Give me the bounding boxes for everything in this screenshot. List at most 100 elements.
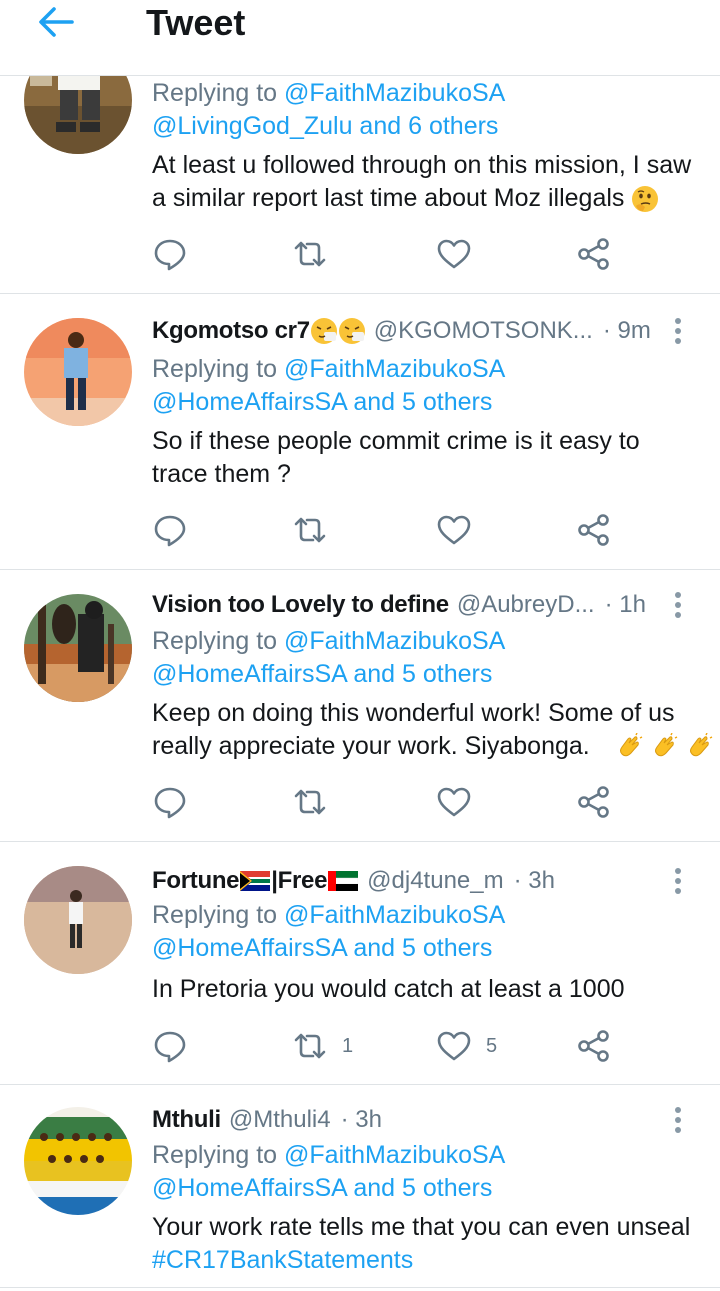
like-button[interactable]: 5	[436, 1026, 497, 1066]
more-vertical-icon	[675, 878, 681, 884]
display-name-suffix[interactable]: |Free	[271, 866, 327, 896]
avatar[interactable]	[24, 866, 132, 974]
display-name[interactable]: Fortune	[152, 866, 240, 896]
tweet-header: Vision too Lovely to define @AubreyD... …	[152, 590, 646, 620]
tweet-header: Fortune |Free @dj4tune_m · 3h	[152, 866, 555, 896]
thinking-face-emoji-icon	[632, 186, 659, 213]
share-button[interactable]	[576, 510, 612, 550]
reply-icon	[154, 239, 186, 271]
timestamp: · 3h	[340, 1106, 382, 1133]
mention-link[interactable]: @FaithMazibukoSA	[284, 355, 505, 383]
user-handle[interactable]: @KGOMOTSONK...	[374, 316, 593, 346]
like-button[interactable]	[436, 782, 472, 822]
mention-others-link[interactable]: @HomeAffairsSA and 5 others	[152, 1174, 492, 1202]
more-options-button[interactable]	[668, 866, 688, 896]
mention-others-link[interactable]: @HomeAffairsSA and 5 others	[152, 388, 492, 416]
south-africa-flag-icon	[240, 871, 271, 891]
avatar[interactable]	[24, 318, 132, 426]
timestamp: · 3h	[513, 867, 555, 894]
replying-to-label: Replying to	[152, 627, 278, 655]
tweet-actions	[152, 234, 692, 274]
more-vertical-icon	[675, 1127, 681, 1133]
tweet-text-line: Keep on doing this wonderful work! Some …	[152, 699, 675, 727]
more-vertical-icon	[675, 328, 681, 334]
replying-to-label: Replying to	[152, 1141, 278, 1169]
replying-to: Replying to @FaithMazibukoSA	[152, 353, 505, 386]
back-button[interactable]	[34, 4, 78, 40]
replying-to-others[interactable]: @HomeAffairsSA and 5 others	[152, 658, 492, 691]
mention-others-link[interactable]: @HomeAffairsSA and 5 others	[152, 934, 492, 962]
sneezing-face-emoji-icon	[338, 318, 365, 344]
more-vertical-icon	[675, 338, 681, 344]
more-vertical-icon	[675, 868, 681, 874]
retweet-button[interactable]	[292, 510, 328, 550]
clapping-hands-emoji-icon	[619, 733, 642, 757]
replying-to: Replying to @FaithMazibukoSA	[152, 625, 505, 658]
reply-button[interactable]	[152, 1026, 188, 1066]
mention-others-link[interactable]: @HomeAffairsSA and 5 others	[152, 660, 492, 688]
mention-link[interactable]: @FaithMazibukoSA	[284, 79, 505, 107]
reply-tweet[interactable]: Fortune |Free @dj4tune_m · 3h Replying t…	[0, 842, 720, 1085]
share-button[interactable]	[576, 782, 612, 822]
mention-link[interactable]: @FaithMazibukoSA	[284, 901, 505, 929]
replying-to-others[interactable]: @HomeAffairsSA and 5 others	[152, 932, 492, 965]
reply-button[interactable]	[152, 234, 188, 274]
tweet-actions	[152, 510, 692, 550]
mention-link[interactable]: @FaithMazibukoSA	[284, 627, 505, 655]
retweet-button[interactable]	[292, 782, 328, 822]
more-options-button[interactable]	[668, 1105, 688, 1135]
clapping-hands-emoji-icon	[689, 733, 712, 757]
like-button[interactable]	[436, 234, 472, 274]
tweet-text: Keep on doing this wonderful work! Some …	[152, 697, 712, 763]
share-button[interactable]	[576, 1026, 612, 1066]
replying-to-others[interactable]: @LivingGod_Zulu and 6 others	[152, 110, 498, 143]
display-name[interactable]: Mthuli	[152, 1105, 221, 1135]
reply-tweet[interactable]: Kgomotso cr7 @KGOMOTSONK... · 9m Replyin…	[0, 294, 720, 570]
tweet-actions: 1 5	[152, 1026, 692, 1066]
tweet-text: At least u followed through on this miss…	[152, 149, 700, 215]
reply-button[interactable]	[152, 510, 188, 550]
replying-to-others[interactable]: @HomeAffairsSA and 5 others	[152, 386, 492, 419]
share-icon	[578, 1030, 609, 1062]
tweet-text-line: So if these people commit crime is it ea…	[152, 427, 640, 455]
replying-to: Replying to @FaithMazibukoSA	[152, 77, 505, 110]
heart-icon	[437, 1031, 471, 1061]
share-button[interactable]	[576, 234, 612, 274]
avatar[interactable]	[24, 1107, 132, 1215]
user-handle[interactable]: @dj4tune_m	[367, 866, 503, 896]
retweet-button[interactable]: 1	[292, 1026, 353, 1066]
share-icon	[578, 238, 609, 270]
clapping-hands-emoji-icon	[654, 733, 677, 757]
replying-to-label: Replying to	[152, 79, 278, 107]
tweet-header: Mthuli @Mthuli4 · 3h	[152, 1105, 382, 1135]
more-options-button[interactable]	[668, 590, 688, 620]
tweet-text-line: really appreciate your work. Siyabonga.	[152, 732, 590, 760]
reply-button[interactable]	[152, 782, 188, 822]
more-vertical-icon	[675, 592, 681, 598]
mention-link[interactable]: @FaithMazibukoSA	[284, 1141, 505, 1169]
hashtag-link[interactable]: #CR17BankStatements	[152, 1246, 413, 1274]
timestamp: · 1h	[604, 591, 646, 618]
display-name[interactable]: Kgomotso cr7	[152, 316, 310, 346]
sneezing-face-emoji-icon	[310, 318, 337, 344]
mention-others-link[interactable]: @LivingGod_Zulu and 6 others	[152, 112, 498, 140]
share-icon	[578, 514, 609, 546]
display-name[interactable]: Vision too Lovely to define	[152, 590, 449, 620]
retweet-button[interactable]	[292, 234, 328, 274]
tweet-text: Your work rate tells me that you can eve…	[152, 1211, 700, 1277]
more-options-button[interactable]	[668, 316, 688, 346]
user-handle[interactable]: @AubreyD...	[457, 590, 595, 620]
reply-icon	[154, 787, 186, 819]
replying-to-others[interactable]: @HomeAffairsSA and 5 others	[152, 1172, 492, 1205]
uae-flag-icon	[328, 871, 359, 891]
avatar[interactable]	[24, 594, 132, 702]
share-icon	[578, 786, 609, 818]
user-handle[interactable]: @Mthuli4	[229, 1105, 331, 1135]
heart-icon	[437, 239, 471, 269]
reply-tweet[interactable]: Vision too Lovely to define @AubreyD... …	[0, 570, 720, 842]
page-title: Tweet	[146, 2, 246, 43]
retweet-icon	[294, 241, 326, 267]
like-button[interactable]	[436, 510, 472, 550]
more-vertical-icon	[675, 1107, 681, 1113]
reply-tweet[interactable]: Mthuli @Mthuli4 · 3h Replying to @FaithM…	[0, 1085, 720, 1288]
